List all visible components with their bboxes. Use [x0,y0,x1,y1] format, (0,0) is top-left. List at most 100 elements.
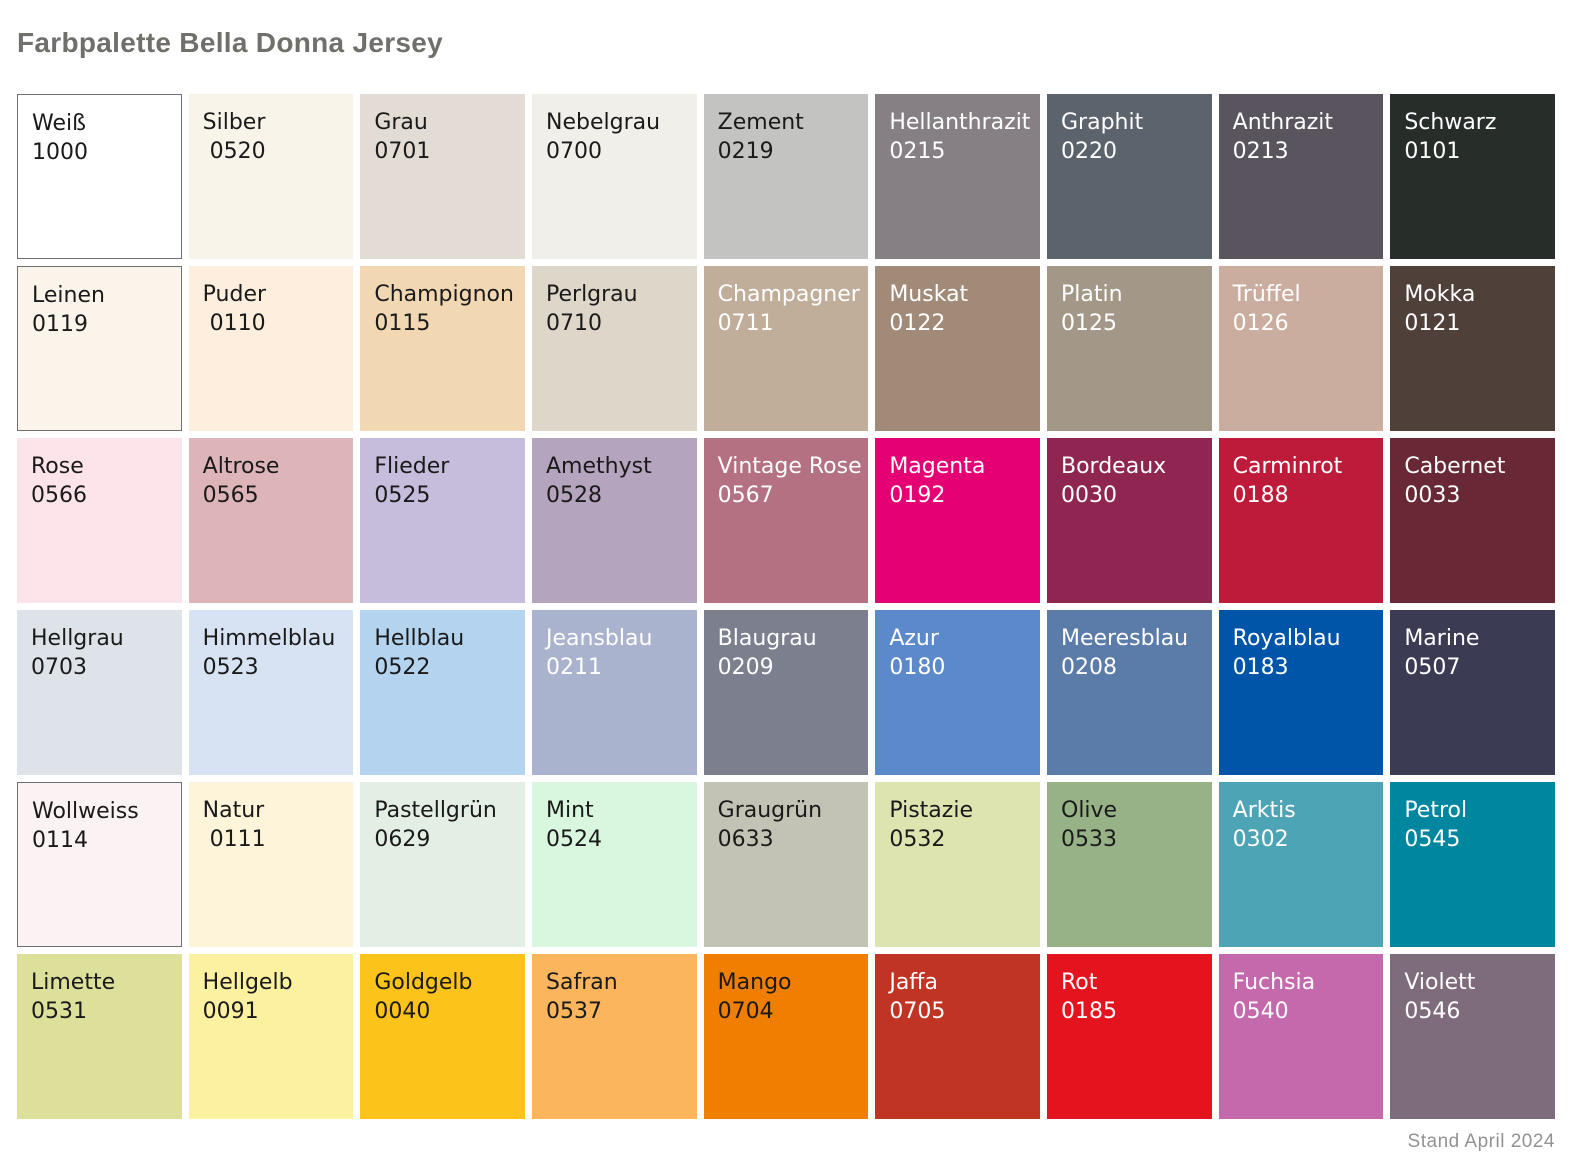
swatch-code: 0525 [374,481,525,510]
swatch-name: Graphit [1061,108,1212,137]
swatch-code: 0532 [889,825,1040,854]
swatch-muskat: Muskat0122 [875,266,1040,431]
swatch-olive: Olive0533 [1047,782,1212,947]
swatch-graphit: Graphit0220 [1047,94,1212,259]
swatch-weiss: Weiß1000 [17,94,182,259]
swatch-name: Champignon [374,280,525,309]
swatch-nebelgrau: Nebelgrau0700 [532,94,697,259]
swatch-code: 0101 [1404,137,1555,166]
swatch-name: Vintage Rose [718,452,869,481]
swatch-name: Carminrot [1233,452,1384,481]
swatch-pistazie: Pistazie0532 [875,782,1040,947]
swatch-code: 0208 [1061,653,1212,682]
swatch-code: 0119 [32,310,181,339]
swatch-code: 0524 [546,825,697,854]
swatch-name: Petrol [1404,796,1555,825]
swatch-name: Leinen [32,281,181,310]
swatch-code: 0219 [718,137,869,166]
swatch-cabernet: Cabernet0033 [1390,438,1555,603]
swatch-code: 0711 [718,309,869,338]
swatch-code: 0540 [1233,997,1384,1026]
swatch-code: 1000 [32,138,181,167]
swatch-graugruen: Graugrün0633 [704,782,869,947]
swatch-meeresblau: Meeresblau0208 [1047,610,1212,775]
swatch-mango: Mango0704 [704,954,869,1119]
swatch-code: 0192 [889,481,1040,510]
swatch-petrol: Petrol0545 [1390,782,1555,947]
swatch-pastellgruen: Pastellgrün0629 [360,782,525,947]
swatch-fuchsia: Fuchsia0540 [1219,954,1384,1119]
swatch-wollweiss: Wollweiss0114 [17,782,182,947]
swatch-code: 0185 [1061,997,1212,1026]
swatch-code: 0215 [889,137,1040,166]
swatch-name: Meeresblau [1061,624,1212,653]
swatch-code: 0114 [32,826,181,855]
swatch-name: Schwarz [1404,108,1555,137]
swatch-name: Limette [31,968,182,997]
swatch-name: Hellgrau [31,624,182,653]
swatch-name: Fuchsia [1233,968,1384,997]
swatch-azur: Azur0180 [875,610,1040,775]
swatch-code: 0211 [546,653,697,682]
color-palette-page: Farbpalette Bella Donna Jersey Weiß1000S… [0,0,1572,1170]
swatch-bordeaux: Bordeaux0030 [1047,438,1212,603]
swatch-name: Olive [1061,796,1212,825]
swatch-altrose: Altrose0565 [189,438,354,603]
swatch-champignon: Champignon0115 [360,266,525,431]
swatch-name: Puder [203,280,354,309]
swatch-code: 0033 [1404,481,1555,510]
swatch-name: Mango [718,968,869,997]
swatch-mint: Mint0524 [532,782,697,947]
swatch-safran: Safran0537 [532,954,697,1119]
swatch-rot: Rot0185 [1047,954,1212,1119]
swatch-code: 0121 [1404,309,1555,338]
swatch-code: 0546 [1404,997,1555,1026]
swatch-code: 0040 [374,997,525,1026]
swatch-flieder: Flieder0525 [360,438,525,603]
swatch-code: 0125 [1061,309,1212,338]
swatch-code: 0700 [546,137,697,166]
swatch-code: 0520 [203,137,354,166]
swatch-name: Muskat [889,280,1040,309]
swatch-code: 0110 [203,309,354,338]
swatch-violett: Violett0546 [1390,954,1555,1119]
swatch-code: 0565 [203,481,354,510]
swatch-hellanthrazit: Hellanthrazit0215 [875,94,1040,259]
swatch-arktis: Arktis0302 [1219,782,1384,947]
swatch-code: 0528 [546,481,697,510]
swatch-code: 0533 [1061,825,1212,854]
swatch-name: Hellanthrazit [889,108,1040,137]
swatch-code: 0537 [546,997,697,1026]
swatch-code: 0704 [718,997,869,1026]
swatch-hellgelb: Hellgelb0091 [189,954,354,1119]
swatch-name: Jeansblau [546,624,697,653]
swatch-royalblau: Royalblau0183 [1219,610,1384,775]
page-title: Farbpalette Bella Donna Jersey [17,27,443,59]
swatch-code: 0030 [1061,481,1212,510]
swatch-blaugrau: Blaugrau0209 [704,610,869,775]
swatch-name: Hellblau [374,624,525,653]
swatch-name: Himmelblau [203,624,354,653]
swatch-code: 0115 [374,309,525,338]
swatch-champagner: Champagner0711 [704,266,869,431]
swatch-name: Platin [1061,280,1212,309]
swatch-name: Flieder [374,452,525,481]
swatch-name: Champagner [718,280,869,309]
swatch-name: Mint [546,796,697,825]
swatch-leinen: Leinen0119 [17,266,182,431]
swatch-name: Jaffa [889,968,1040,997]
swatch-code: 0567 [718,481,869,510]
swatch-name: Grau [374,108,525,137]
swatch-code: 0183 [1233,653,1384,682]
swatch-code: 0507 [1404,653,1555,682]
swatch-jeansblau: Jeansblau0211 [532,610,697,775]
swatch-name: Arktis [1233,796,1384,825]
swatch-limette: Limette0531 [17,954,182,1119]
swatch-natur: Natur 0111 [189,782,354,947]
swatch-code: 0091 [203,997,354,1026]
swatch-platin: Platin0125 [1047,266,1212,431]
swatch-silber: Silber 0520 [189,94,354,259]
swatch-code: 0705 [889,997,1040,1026]
swatch-himmelblau: Himmelblau0523 [189,610,354,775]
swatch-name: Rose [31,452,182,481]
